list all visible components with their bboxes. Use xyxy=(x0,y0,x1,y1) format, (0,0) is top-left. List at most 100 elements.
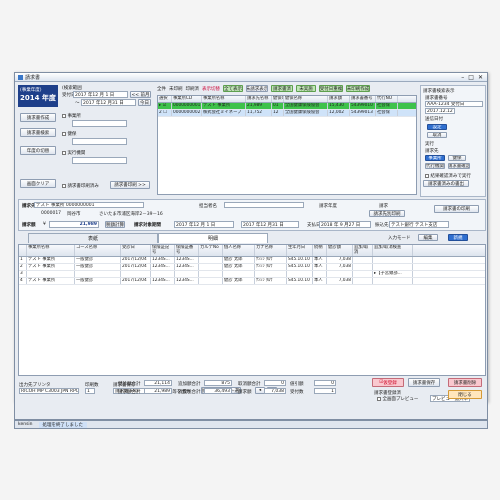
detail-col-header[interactable]: コース名称 xyxy=(75,245,121,256)
tab-detail[interactable]: 明細 xyxy=(158,233,268,243)
detail-cell[interactable]: 本人 xyxy=(313,264,327,270)
detail-cell[interactable]: テスト 事業所 xyxy=(27,264,75,270)
edit-button[interactable]: 編集 xyxy=(418,234,438,241)
office-checkbox[interactable] xyxy=(62,113,66,118)
result-check-checkbox[interactable] xyxy=(425,173,429,178)
duplicate-button[interactable]: 受付日重複 xyxy=(319,85,343,92)
tax-calc-button[interactable]: 税額計算 xyxy=(105,221,125,228)
detail-cell[interactable]: S45.10.10 xyxy=(287,264,313,270)
detail-cell[interactable]: 1234S... xyxy=(175,264,199,270)
detail-cell[interactable] xyxy=(255,271,287,277)
detail-cell[interactable]: テスト 事業所 xyxy=(27,257,75,263)
not-done-button[interactable]: 未実施 xyxy=(296,85,316,92)
detail-cell[interactable] xyxy=(313,271,327,277)
detail-cell[interactable]: 2017/12/04 xyxy=(121,278,151,284)
detail-cell[interactable]: 1234S... xyxy=(175,278,199,284)
office-target-button[interactable]: 事業所 xyxy=(425,155,445,161)
detail-cell[interactable] xyxy=(353,271,373,277)
prev-month-button[interactable]: << 前月 xyxy=(130,91,151,98)
detail-cell[interactable] xyxy=(27,271,75,277)
office-input[interactable] xyxy=(72,120,127,127)
detail-col-header[interactable]: カルテNo xyxy=(199,245,223,256)
export-billed-button[interactable]: 請求書済みの書出 xyxy=(423,180,469,187)
detail-row[interactable]: 1 テスト 事業所 一般健診 2017/12/04 1234S... 1234S... 健診… xyxy=(19,257,485,264)
detail-row[interactable]: 2 テスト 事業所 一般健診 2017/12/04 1234S... 1234S... 健診… xyxy=(19,264,485,271)
detail-col-header[interactable]: 生年月日 xyxy=(287,245,313,256)
filter-all[interactable]: 全件 xyxy=(157,86,166,92)
list-col-header[interactable]: 事業所CD xyxy=(172,96,202,102)
date-from-input[interactable]: 2017 年12 月 1 日 xyxy=(73,91,128,98)
list-row[interactable]: 2 ☐ 0000000002 株式会社ミイネーブ 11,752 12 全国健康保険協会 12… xyxy=(158,110,416,117)
print-invoice-button[interactable]: 請求書印刷 >> xyxy=(110,181,150,189)
pay-method[interactable]: テスト銀行 テスト支店 xyxy=(389,221,449,228)
detail-cell[interactable]: 7,038 xyxy=(327,278,353,284)
invoice-print-button[interactable]: 請求書の印刷 xyxy=(434,205,479,213)
health-target-button[interactable]: 健保 xyxy=(448,155,466,161)
period-from[interactable]: 2017 年12 月 1 日 xyxy=(174,221,234,228)
detail-cell[interactable] xyxy=(353,264,373,270)
detail-row[interactable]: 3 ▸【子宮頸部... xyxy=(19,271,485,278)
new-button[interactable]: 新規 xyxy=(448,234,468,241)
detail-col-header[interactable]: 保険証番号 xyxy=(175,245,199,256)
detail-cell[interactable]: 1234S... xyxy=(151,278,175,284)
date-value[interactable]: 2017.12.12 xyxy=(425,108,455,114)
staff-input[interactable] xyxy=(224,202,304,208)
list-col-header[interactable]: 請求先名称 xyxy=(246,96,272,102)
detail-cell[interactable]: 2017/12/04 xyxy=(121,257,151,263)
detail-col-header[interactable]: 続柄 xyxy=(313,245,327,256)
detail-cell[interactable] xyxy=(151,271,175,277)
detail-cell[interactable] xyxy=(199,271,223,277)
detail-cell[interactable]: ｹﾝｼﾝ ﾀﾛｳ xyxy=(255,278,287,284)
detail-col-header[interactable]: 受診日 xyxy=(121,245,151,256)
detail-cell[interactable]: 2 xyxy=(19,264,27,270)
agency-target-button[interactable]: 代行機関 xyxy=(425,163,445,169)
minimize-button[interactable]: – xyxy=(461,74,464,81)
tab-cover[interactable]: 表紙 xyxy=(28,233,158,243)
detail-cell[interactable] xyxy=(175,271,199,277)
detail-cell[interactable] xyxy=(199,264,223,270)
billed-button[interactable]: 請求書済 xyxy=(271,85,293,92)
detail-cell[interactable]: テスト 事業所 xyxy=(27,278,75,284)
confirm-button[interactable]: 請求書確定 xyxy=(448,163,470,169)
detail-cell[interactable] xyxy=(287,271,313,277)
invoice-create-button[interactable]: 請求書作成 xyxy=(20,113,56,122)
invoice-search-button[interactable]: 請求書検索 xyxy=(20,128,56,137)
detail-cell[interactable] xyxy=(199,257,223,263)
detail-col-header[interactable]: 健診額 xyxy=(327,245,353,256)
show-all-button[interactable]: 全て表示 xyxy=(223,85,243,92)
printer-select[interactable]: RICOH MP C3003 JPN RPCS xyxy=(19,388,79,394)
detail-cell[interactable] xyxy=(353,278,373,284)
copies-input[interactable]: 1 xyxy=(85,388,95,394)
detail-col-header[interactable] xyxy=(19,245,27,256)
detail-cell[interactable]: 1234S... xyxy=(151,264,175,270)
set-button[interactable]: 設定 xyxy=(427,124,447,130)
detail-cell[interactable] xyxy=(373,257,413,263)
list-col-header[interactable]: 健保CD xyxy=(272,96,284,102)
amount-value[interactable]: 21,989 xyxy=(49,221,99,228)
exec-checkbox[interactable] xyxy=(62,150,66,155)
detail-cell[interactable] xyxy=(199,278,223,284)
detail-col-header[interactable]: カナ名称 xyxy=(255,245,287,256)
detail-cell[interactable]: 1 xyxy=(19,257,27,263)
list-col-header[interactable]: 請求書番号 xyxy=(350,96,376,102)
detail-cell[interactable]: 健診 太郎 xyxy=(223,264,255,270)
detail-col-header[interactable]: 個人名称 xyxy=(223,245,255,256)
dest-input[interactable]: テスト 事業所 0000000001 xyxy=(34,202,144,208)
pay-day[interactable]: 2018 年 9 月27 日 xyxy=(319,221,371,228)
unbilled-button[interactable]: 未請求表示 xyxy=(246,85,268,92)
health-checkbox[interactable] xyxy=(62,131,66,136)
detail-cell[interactable] xyxy=(223,271,255,277)
filter-printed[interactable]: 印刷済 xyxy=(186,86,200,92)
delete-invoice-button[interactable]: 請求書削除 xyxy=(448,378,482,387)
date-to-input[interactable]: 2017 年12 月31 日 xyxy=(81,99,136,106)
detail-cell[interactable]: 3 xyxy=(19,271,27,277)
detail-cell[interactable] xyxy=(121,271,151,277)
detail-col-header[interactable]: 事業所名称 xyxy=(27,245,75,256)
list-col-header[interactable]: 選択 xyxy=(158,96,172,102)
printed-checkbox[interactable] xyxy=(62,183,66,188)
detail-cell[interactable]: 本人 xyxy=(313,278,327,284)
invoice-no-input[interactable]: AAA-1234 受付日 xyxy=(425,101,483,107)
detail-cell[interactable]: ｹﾝｼﾝ ﾀﾛｳ xyxy=(255,257,287,263)
detail-cell[interactable]: 2017/12/04 xyxy=(121,264,151,270)
detail-cell[interactable]: 健診 太郎 xyxy=(223,257,255,263)
